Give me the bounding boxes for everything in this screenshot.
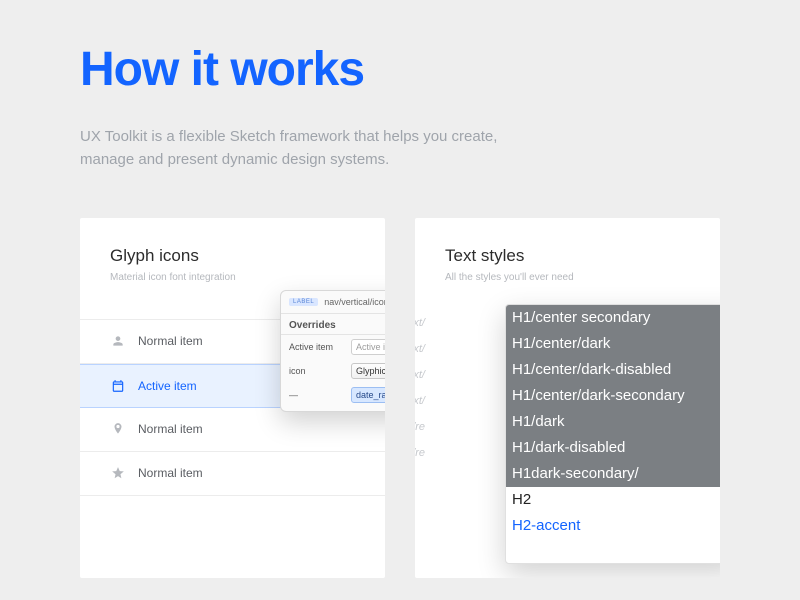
override-breadcrumb: nav/vertical/icon label/active — [324, 297, 385, 307]
nav-item-label: Normal item — [138, 334, 203, 348]
overrides-header[interactable]: LABEL nav/vertical/icon label/active ▴▾ — [281, 291, 385, 314]
ghost-label: text/ — [415, 388, 425, 414]
card-subtitle: All the styles you'll ever need — [415, 272, 720, 283]
override-label: icon — [289, 366, 345, 376]
page-subtitle: UX Toolkit is a flexible Sketch framewor… — [80, 125, 550, 172]
text-style-option[interactable]: H1/dark — [506, 409, 720, 435]
text-style-option[interactable]: H1/dark-disabled — [506, 435, 720, 461]
overrides-panel: LABEL nav/vertical/icon label/active ▴▾ … — [280, 290, 385, 412]
ghost-label: text/ — [415, 310, 425, 336]
card-title: Text styles — [415, 246, 720, 266]
nav-item[interactable]: Normal item — [80, 408, 385, 452]
text-style-option[interactable]: H1/center/dark-disabled — [506, 357, 720, 383]
override-value-input[interactable]: date_range — [351, 387, 385, 403]
text-style-option[interactable]: H1/center/dark-secondary — [506, 383, 720, 409]
text-style-option[interactable]: H1dark-secondary/ — [506, 461, 720, 487]
text-style-dropdown[interactable]: H1/center secondaryH1/center/darkH1/cent… — [505, 304, 720, 564]
select-value: Glyphicon/primary M — [356, 366, 385, 376]
ghost-label: text/re — [415, 440, 425, 466]
star-icon — [110, 465, 126, 481]
text-style-option[interactable]: H2 — [506, 487, 720, 513]
ghost-label: text/re — [415, 414, 425, 440]
override-label: — — [289, 390, 345, 400]
text-style-option[interactable]: H1/center secondary — [506, 305, 720, 331]
ghost-label: text/ — [415, 336, 425, 362]
nav-item-label: Active item — [138, 379, 197, 393]
override-tag: LABEL — [289, 298, 318, 306]
calendar-icon — [110, 378, 126, 394]
nav-item-label: Normal item — [138, 422, 203, 436]
override-label: Active item — [289, 342, 345, 352]
overrides-section-title: Overrides — [281, 314, 385, 335]
text-styles-card: Text styles All the styles you'll ever n… — [415, 218, 720, 578]
text-style-option[interactable]: H2-accent — [506, 513, 720, 539]
override-text-input[interactable]: Active item — [351, 339, 385, 355]
ghost-label-column: text/text/text/text/text/retext/re — [415, 310, 425, 466]
card-title: Glyph icons — [80, 246, 385, 266]
person-icon — [110, 333, 126, 349]
glyph-icons-card: Glyph icons Material icon font integrati… — [80, 218, 385, 578]
nav-item-label: Normal item — [138, 466, 203, 480]
pin-icon — [110, 421, 126, 437]
override-icon-select[interactable]: Glyphicon/primary M — [351, 363, 385, 379]
text-style-option[interactable]: H1/center/dark — [506, 331, 720, 357]
page-title: How it works — [80, 42, 720, 97]
card-subtitle: Material icon font integration — [80, 272, 385, 283]
nav-item[interactable]: Normal item — [80, 452, 385, 496]
ghost-label: text/ — [415, 362, 425, 388]
